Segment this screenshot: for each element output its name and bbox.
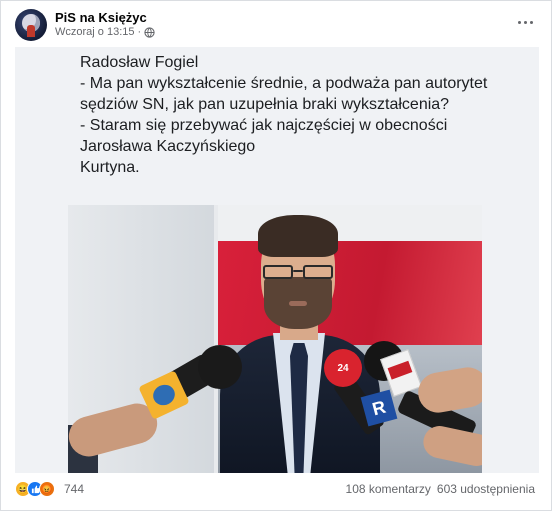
post-meta: Wczoraj o 13:15 · [55,26,155,38]
avatar[interactable] [15,9,47,41]
globe-icon[interactable] [144,26,155,38]
man-hair [258,215,338,257]
flag-red-stripe [218,241,482,351]
separator-dot: · [137,26,142,38]
reactions-summary[interactable]: 😆 😡 [15,481,55,497]
post-header: PiS na Księżyc Wczoraj o 13:15 · [15,9,539,41]
figure-image [27,25,35,37]
reaction-count[interactable]: 744 [64,482,84,496]
man-mouth [289,301,307,306]
post-content: Radosław Fogiel - Ma pan wykształcenie ś… [15,47,539,473]
facebook-post-card: PiS na Księżyc Wczoraj o 13:15 · Radosła… [0,0,552,511]
post-footer: 😆 😡 744 108 komentarzy 603 udostępnienia [15,479,539,501]
angry-icon: 😡 [39,481,55,497]
post-stats: 108 komentarzy 603 udostępnienia [346,482,535,496]
post-text: Radosław Fogiel - Ma pan wykształcenie ś… [80,54,488,176]
timestamp-link[interactable]: Wczoraj o 13:15 [55,26,134,38]
microphone-red: 24 [324,349,362,387]
post-photo[interactable]: 24 R [68,205,482,473]
microphone-left [198,345,242,389]
shares-count-link[interactable]: 603 udostępnienia [437,482,535,496]
glasses [261,265,335,279]
page-name-link[interactable]: PiS na Księżyc [55,10,147,25]
comments-count-link[interactable]: 108 komentarzy [346,482,431,496]
more-options-icon[interactable] [515,15,535,29]
